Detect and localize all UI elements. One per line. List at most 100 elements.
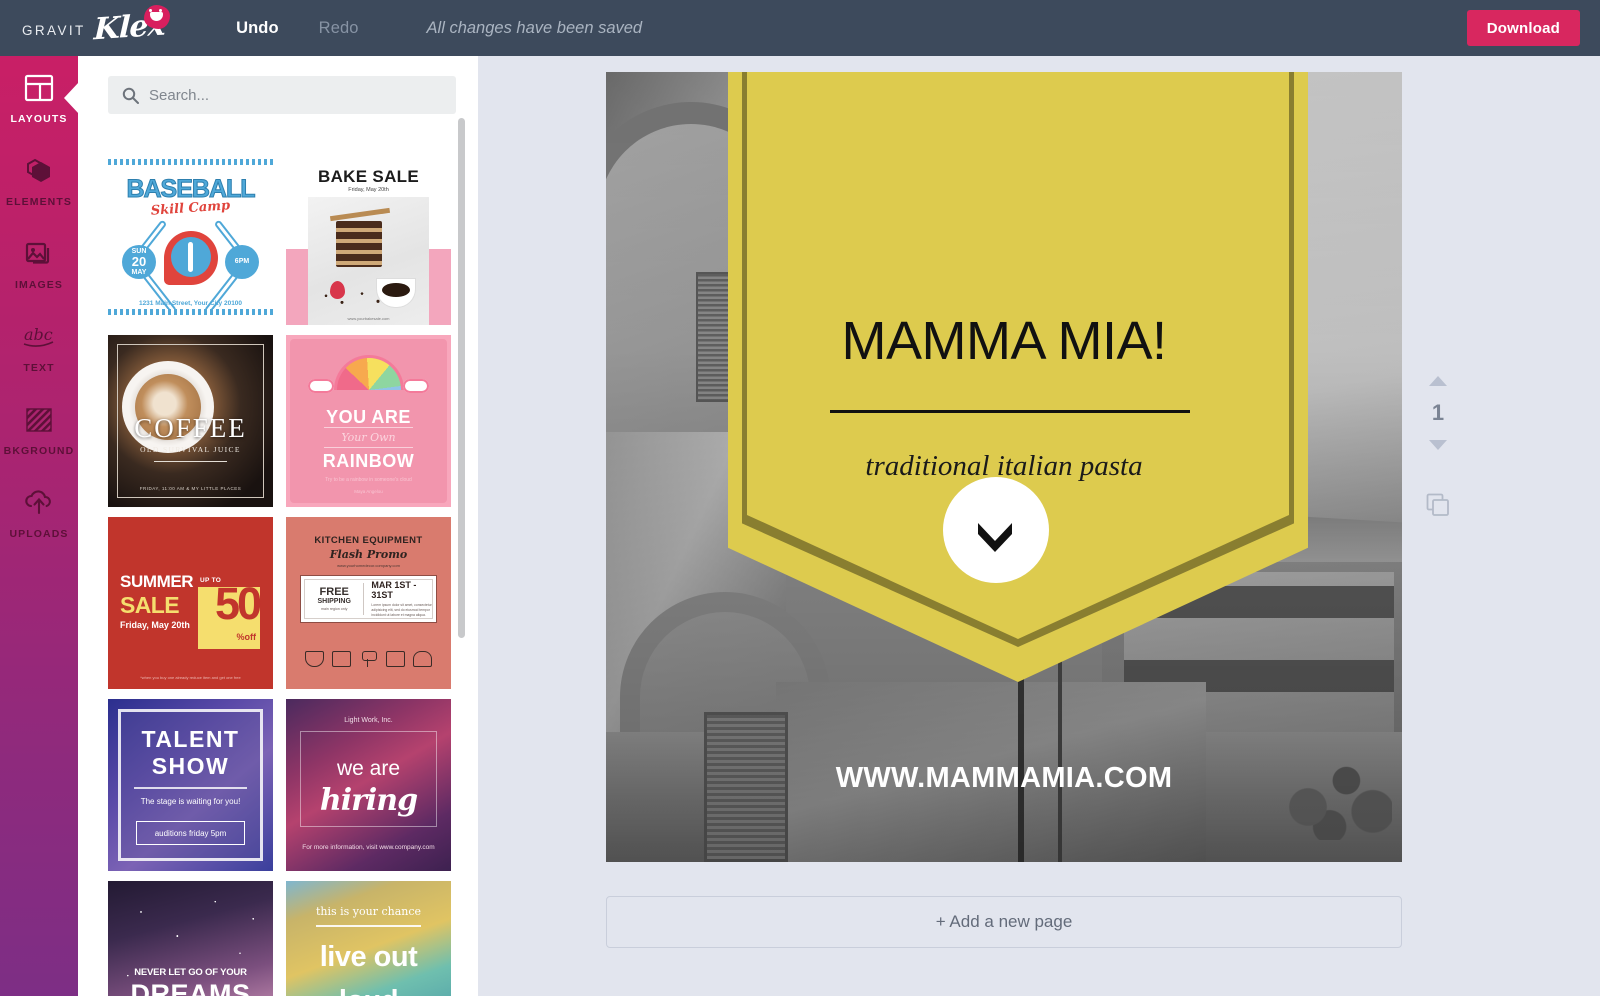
free-shipping-block: FREE SHIPPING main region only [305,586,363,612]
page-navigation-controls: 1 [1408,376,1468,518]
design-artboard[interactable]: MAMMA MIA! traditional italian pasta WWW… [606,72,1402,862]
badge-date: 20 [131,254,147,270]
promo-date: MAR 1ST - 31ST [371,579,417,600]
template-card-rainbow[interactable]: YOU ARE Your Own RAINBOW Try to be a rai… [286,335,451,507]
template-grid: BASEBALL Skill Camp SUN 20 MAY 6PM 1231 … [78,131,478,996]
promo-date-block: MAR 1ST - 31ST Lorem ipsum dolor sit ame… [364,580,432,618]
sidebar-label-uploads: UPLOADS [9,527,69,540]
badge-month: MAY [131,268,147,276]
baseball-time-badge: 6PM [225,245,259,279]
design-title[interactable]: MAMMA MIA! [606,310,1402,372]
talent-line2: SHOW [151,753,230,779]
active-indicator-notch [64,81,79,114]
search-input[interactable] [149,86,456,104]
decor-rule [316,925,421,927]
rainbow-line1: YOU ARE [326,407,411,427]
kitchen-line1: KITCHEN EQUIPMENT [314,535,423,546]
free-big: FREE [319,586,349,599]
duplicate-page-icon[interactable] [1425,492,1451,518]
template-card-we-are-hiring[interactable]: Light Work, Inc. we are hiring For more … [286,699,451,871]
baseball-date-badge: SUN 20 MAY [122,245,156,279]
sidebar-label-background: BKGROUND [3,444,75,457]
brand-logo[interactable]: GRAVIT Klex [22,5,171,47]
promo-box: FREE SHIPPING main region only MAR 1ST -… [300,575,437,623]
search-area [78,56,478,114]
svg-text:abc: abc [24,325,53,344]
strawberry-shape [330,281,345,299]
sidebar-item-images[interactable]: IMAGES [0,222,78,305]
bake-url: www.yourbakesale.com [347,316,390,321]
triangle-up-icon[interactable] [1429,376,1447,386]
dreams-line2: DREAMS [130,979,251,996]
badge-time: 6PM [234,258,250,266]
decor-rule [134,787,247,789]
sidebar-item-elements[interactable]: ELEMENTS [0,139,78,222]
baseball-address: 1231 Main Street, Your City 20100 [138,300,243,307]
sidebar-item-background[interactable]: BKGROUND [0,388,78,471]
rainbow-line3: RAINBOW [322,451,415,471]
free-note: main region only [321,606,348,611]
template-card-dreams[interactable]: NEVER LET GO OF YOUR DREAMS [108,881,273,996]
kitchen-line2: Flash Promo [329,548,408,561]
loud-line2: live out [319,941,418,973]
decor-dots-bottom [108,309,273,315]
template-card-bake-sale[interactable]: BAKE SALE Friday, May 20th www.yourbakes… [286,153,451,325]
save-status-text: All changes have been saved [426,18,643,37]
layouts-icon [22,71,56,105]
sidebar-item-layouts[interactable]: LAYOUTS [0,56,79,139]
uploads-icon [22,486,56,520]
talent-button-label: auditions friday 5pm [136,821,245,845]
template-card-coffee[interactable]: COFFEE OLD SURVIVAL JUICE FRIDAY, 11:00 … [108,335,273,507]
rainbow-line2: Your Own [341,431,396,444]
triangle-down-icon[interactable] [1429,440,1447,450]
kitchen-line3: www.yourhomedecor.company.com [337,563,400,568]
history-actions: Undo Redo All changes have been saved [236,19,642,38]
talent-line3: The stage is waiting for you! [140,797,241,806]
cake-shape [336,221,382,267]
klex-mascot-icon [144,5,171,29]
page-number: 1 [1431,400,1445,425]
mixer-icon [359,651,378,667]
template-card-baseball[interactable]: BASEBALL Skill Camp SUN 20 MAY 6PM 1231 … [108,153,273,325]
rainbow-line5: Maya Angelou [354,489,383,494]
toaster-icon [413,651,432,667]
background-icon [22,403,56,437]
baseball-shape [170,237,211,277]
bake-subtitle: Friday, May 20th [348,187,389,193]
left-tool-rail: LAYOUTS ELEMENTS IMAGES abc TEXT BKGROUN… [0,56,79,996]
download-button[interactable]: Download [1466,10,1580,46]
hiring-line1: we are [336,757,401,780]
template-card-kitchen-equipment[interactable]: KITCHEN EQUIPMENT Flash Promo www.yourho… [286,517,451,689]
template-card-talent-show[interactable]: TALENT SHOW The stage is waiting for you… [108,699,273,871]
search-icon [122,87,139,104]
template-card-live-out-loud[interactable]: this is your chance live out loud [286,881,451,996]
coffee-cup-shape [377,279,415,307]
summer-line3: Friday, May 20th [120,620,190,630]
search-box[interactable] [108,76,456,114]
design-divider-rule [830,410,1190,413]
add-new-page-button[interactable]: + Add a new page [606,896,1402,948]
design-url[interactable]: WWW.MAMMAMIA.COM [606,762,1402,795]
sidebar-label-images: IMAGES [14,278,64,291]
summer-fineprint: *when you buy one already reduce item an… [140,675,241,680]
summer-line1: SUMMER [120,572,194,591]
coffee-title: COFFEE [134,413,247,443]
cloud-icon [403,379,429,393]
sidebar-item-text[interactable]: abc TEXT [0,305,78,388]
elements-icon [22,154,56,188]
app-root: GRAVIT Klex Undo Redo All changes have b… [0,0,1600,996]
sidebar-label-elements: ELEMENTS [6,195,72,208]
undo-button[interactable]: Undo [236,19,279,38]
redo-button[interactable]: Redo [319,19,359,38]
appliance-icon-row [286,651,451,667]
decor-dots-top [108,159,273,165]
top-bar: GRAVIT Klex Undo Redo All changes have b… [0,0,1600,56]
template-card-summer-sale[interactable]: SUMMER UP TO SALE Friday, May 20th 50 %o… [108,517,273,689]
decor-rule [324,447,413,448]
templates-panel: BASEBALL Skill Camp SUN 20 MAY 6PM 1231 … [78,56,478,996]
summer-line2: SALE [120,592,180,618]
sidebar-item-uploads[interactable]: UPLOADS [0,471,78,554]
text-icon: abc [22,320,56,354]
chevron-down-icon [978,523,1012,552]
panel-scrollbar-thumb[interactable] [458,118,465,638]
